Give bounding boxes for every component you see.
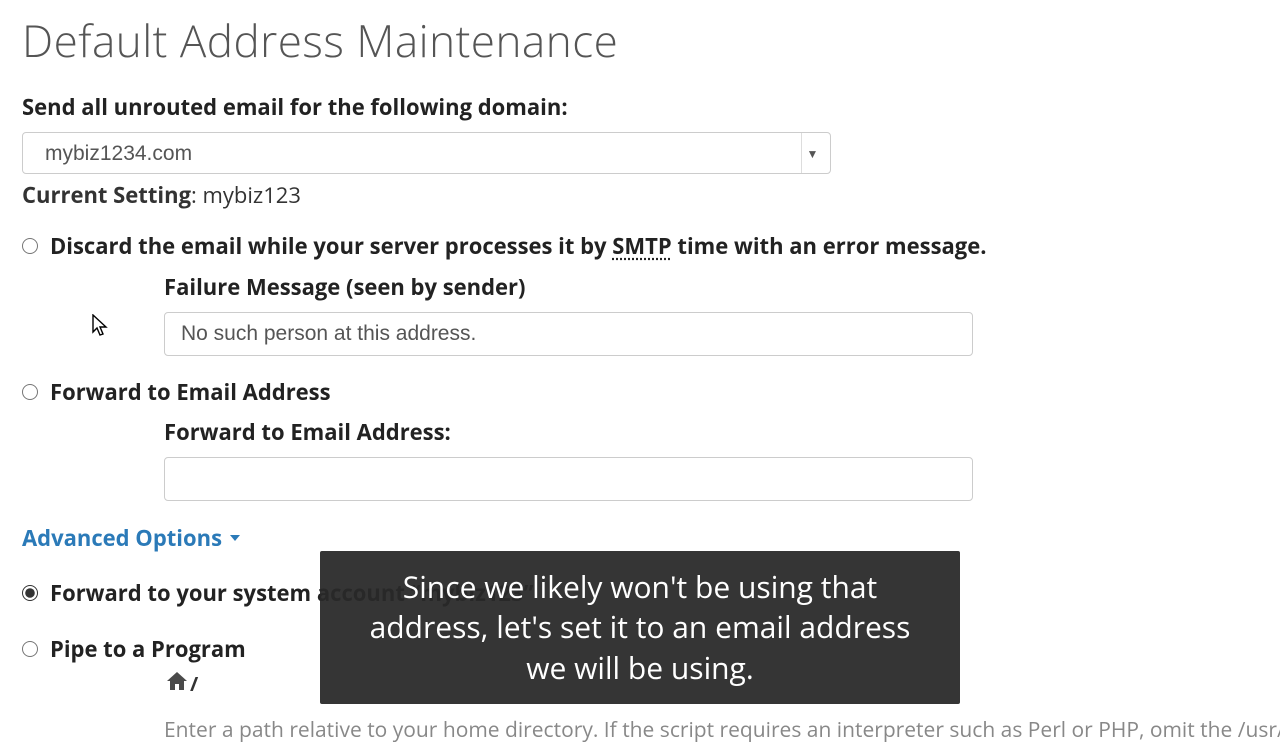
option-discard: Discard the email while your server proc… xyxy=(22,232,1258,262)
current-setting-value: mybiz123 xyxy=(203,180,301,210)
forward-email-field-label: Forward to Email Address: xyxy=(164,417,1258,447)
radio-pipe[interactable] xyxy=(22,641,38,657)
failure-message-label: Failure Message (seen by sender) xyxy=(164,272,1258,302)
forward-email-input[interactable] xyxy=(164,457,973,501)
pipe-path-prefix: / xyxy=(190,670,198,697)
page-title: Default Address Maintenance xyxy=(22,10,1258,70)
caption-overlay: Since we likely won't be using that addr… xyxy=(320,551,960,705)
option-forward-email-label[interactable]: Forward to Email Address xyxy=(50,378,331,408)
failure-message-input[interactable] xyxy=(164,312,973,356)
cursor-icon xyxy=(92,314,110,338)
domain-select-wrap: mybiz1234.com ▼ xyxy=(22,132,831,174)
domain-select[interactable]: mybiz1234.com xyxy=(22,132,831,174)
discard-text-post: time with an error message. xyxy=(672,231,987,261)
domain-section-label: Send all unrouted email for the followin… xyxy=(22,92,1258,122)
current-setting: Current Setting: mybiz123 xyxy=(22,180,1258,210)
forward-email-block: Forward to Email Address: xyxy=(164,417,1258,501)
radio-system-account[interactable] xyxy=(22,585,38,601)
failure-message-block: Failure Message (seen by sender) xyxy=(164,272,1258,356)
chevron-down-icon xyxy=(230,535,240,541)
smtp-abbr: SMTP xyxy=(612,231,671,261)
advanced-options-label: Advanced Options xyxy=(22,523,222,553)
current-setting-label: Current Setting xyxy=(22,180,191,210)
option-forward-email: Forward to Email Address xyxy=(22,378,1258,408)
option-pipe-label[interactable]: Pipe to a Program xyxy=(50,635,246,665)
option-discard-label[interactable]: Discard the email while your server proc… xyxy=(50,232,987,262)
radio-forward-email[interactable] xyxy=(22,384,38,400)
advanced-options-toggle[interactable]: Advanced Options xyxy=(22,523,240,553)
discard-text-pre: Discard the email while your server proc… xyxy=(50,231,612,261)
radio-discard[interactable] xyxy=(22,238,38,254)
home-icon xyxy=(164,669,190,698)
